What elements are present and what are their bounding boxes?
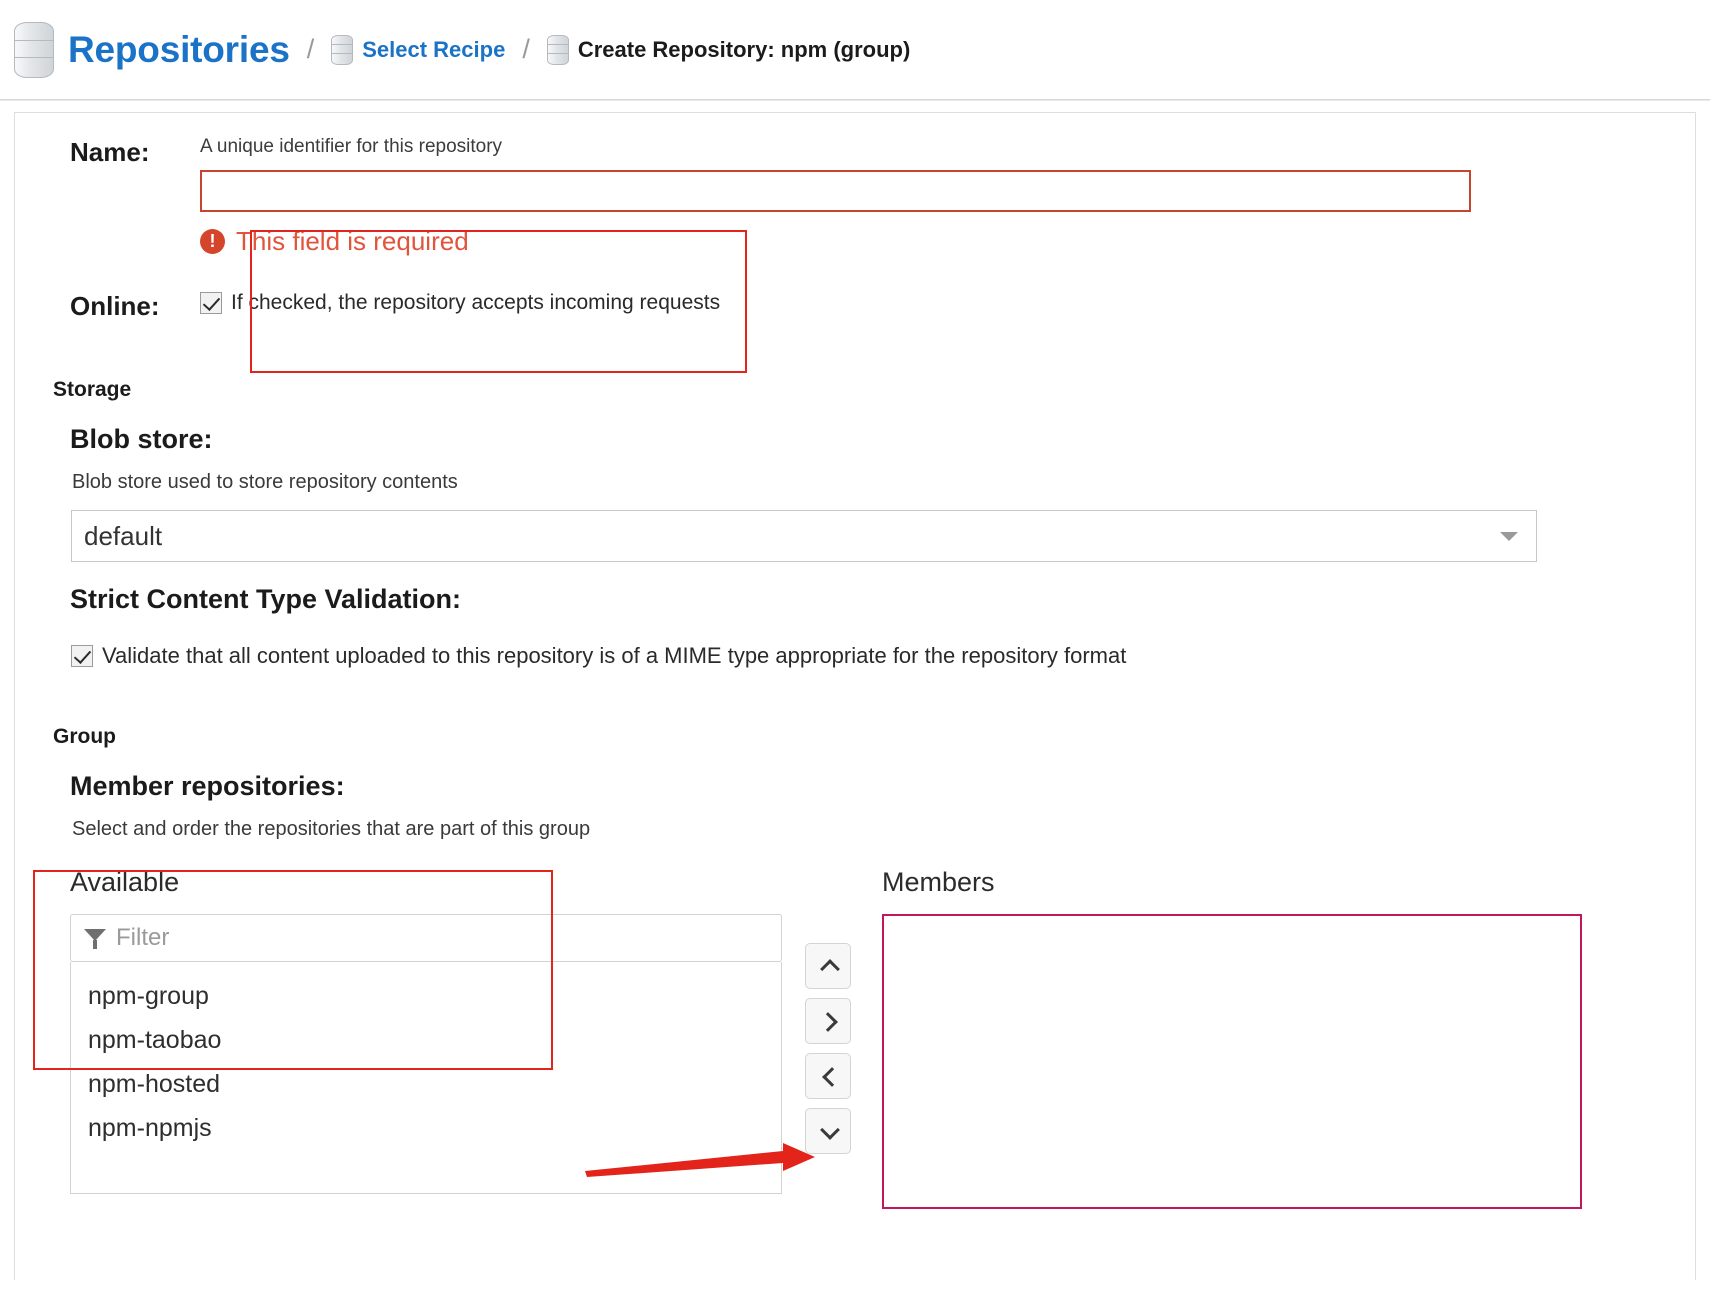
breadcrumb-separator-2: /: [522, 34, 530, 64]
breadcrumb-root-label: Repositories: [68, 28, 290, 70]
members-column: Members: [874, 867, 1695, 1209]
strict-checkbox-label: Validate that all content uploaded to th…: [102, 642, 1127, 668]
strict-checkbox-group[interactable]: Validate that all content uploaded to th…: [71, 643, 1695, 669]
name-hint: A unique identifier for this repository: [200, 136, 503, 157]
list-item[interactable]: npm-npmjs: [71, 1106, 781, 1150]
online-checkbox[interactable]: [200, 291, 222, 314]
strict-content-type-label: Strict Content Type Validation:: [70, 583, 462, 614]
create-repository-form: Name: A unique identifier for this repos…: [14, 112, 1696, 1280]
blob-store-value: default: [84, 520, 163, 551]
breadcrumb-item-current: Create Repository: npm (group): [546, 34, 911, 65]
breadcrumb-recipe-label: Select Recipe: [362, 36, 506, 62]
group-section-title: Group: [53, 724, 116, 748]
list-item[interactable]: npm-hosted: [71, 1062, 781, 1106]
available-column: Available Filter npm-group npm-taobao np…: [70, 867, 782, 1194]
breadcrumb: Repositories / Select Recipe / Create Re…: [0, 0, 1710, 100]
members-header: Members: [882, 866, 995, 897]
chevron-up-icon: [820, 957, 837, 974]
online-checkbox-label: If checked, the repository accepts incom…: [231, 290, 721, 314]
chevron-down-icon: [820, 1122, 837, 1139]
name-error-text: This field is required: [236, 225, 469, 256]
strict-checkbox[interactable]: [71, 644, 93, 667]
name-error: ! This field is required: [200, 226, 1671, 257]
list-item[interactable]: npm-group: [71, 974, 781, 1018]
move-down-button[interactable]: [805, 1107, 851, 1154]
move-up-button[interactable]: [805, 942, 851, 989]
online-checkbox-group[interactable]: If checked, the repository accepts incom…: [200, 291, 720, 315]
database-icon: [14, 21, 54, 78]
online-row: Online: If checked, the repository accep…: [15, 291, 1695, 322]
member-repositories-hint: Select and order the repositories that a…: [72, 817, 591, 840]
move-left-button[interactable]: [805, 1052, 851, 1099]
breadcrumb-item-repositories[interactable]: Repositories: [14, 21, 290, 78]
name-input[interactable]: [200, 169, 1471, 212]
available-list[interactable]: npm-group npm-taobao npm-hosted npm-npmj…: [70, 961, 782, 1194]
storage-section-title: Storage: [53, 377, 132, 401]
member-repositories-label: Member repositories:: [70, 770, 345, 801]
strict-content-type-group: Validate that all content uploaded to th…: [15, 643, 1695, 669]
chevron-right-icon: [820, 1012, 837, 1029]
blob-store-label: Blob store:: [70, 423, 213, 454]
error-icon: !: [200, 228, 225, 254]
funnel-icon: [84, 927, 106, 949]
database-icon: [331, 34, 354, 65]
chevron-down-icon: [1500, 531, 1518, 541]
chevron-left-icon: [820, 1067, 837, 1084]
transfer-buttons: [782, 867, 874, 1163]
members-list[interactable]: [882, 913, 1582, 1209]
available-header: Available: [70, 866, 180, 897]
dual-list: Available Filter npm-group npm-taobao np…: [15, 867, 1695, 1209]
online-label: Online:: [70, 290, 160, 321]
blob-store-select[interactable]: default: [71, 509, 1537, 562]
breadcrumb-item-select-recipe[interactable]: Select Recipe: [331, 34, 506, 65]
database-icon: [546, 34, 569, 65]
list-item[interactable]: npm-taobao: [71, 1018, 781, 1062]
breadcrumb-current-label: Create Repository: npm (group): [577, 36, 911, 62]
move-right-button[interactable]: [805, 997, 851, 1044]
blob-store-hint: Blob store used to store repository cont…: [72, 470, 458, 493]
filter-field[interactable]: Filter: [70, 913, 782, 962]
name-label: Name:: [70, 137, 150, 167]
name-row: Name: A unique identifier for this repos…: [15, 136, 1695, 257]
name-field-group: A unique identifier for this repository …: [200, 136, 1695, 257]
breadcrumb-separator-1: /: [306, 34, 315, 64]
filter-placeholder: Filter: [116, 923, 170, 951]
